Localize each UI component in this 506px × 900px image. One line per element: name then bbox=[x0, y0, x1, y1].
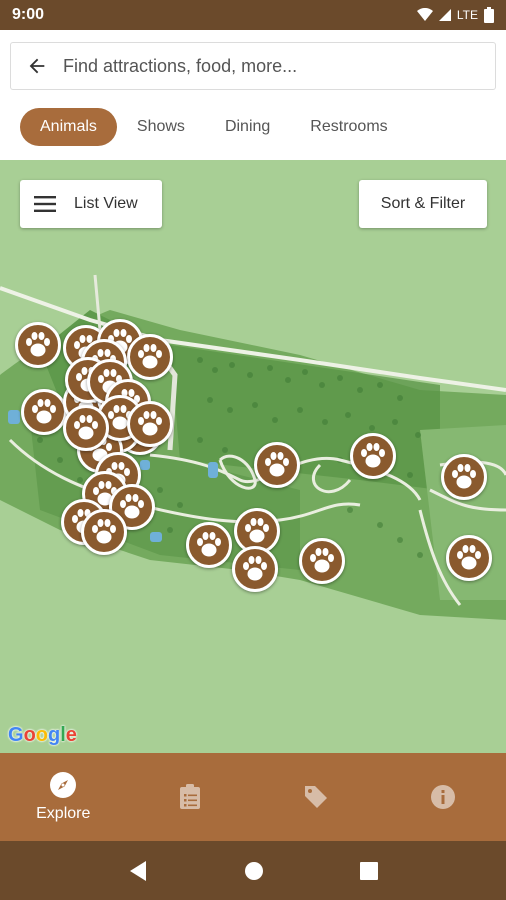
search-input[interactable] bbox=[63, 46, 495, 86]
list-view-label: List View bbox=[74, 195, 138, 212]
back-icon[interactable] bbox=[128, 860, 148, 882]
nav-offers[interactable] bbox=[253, 753, 380, 841]
chip-shows[interactable]: Shows bbox=[117, 108, 205, 146]
animal-map-pin[interactable] bbox=[441, 454, 487, 500]
category-chips: Animals Shows Dining Restrooms bbox=[20, 108, 408, 146]
paw-icon bbox=[138, 411, 162, 436]
list-view-button[interactable]: List View bbox=[20, 180, 162, 228]
animal-map-pin[interactable] bbox=[350, 433, 396, 479]
animal-map-pin[interactable] bbox=[127, 334, 173, 380]
animal-map-pin[interactable] bbox=[127, 401, 173, 447]
paw-icon bbox=[245, 518, 269, 543]
battery-icon bbox=[484, 7, 494, 23]
animal-map-pin[interactable] bbox=[186, 522, 232, 568]
menu-icon bbox=[34, 196, 56, 212]
animal-map-pin[interactable] bbox=[21, 389, 67, 435]
info-icon bbox=[430, 785, 455, 809]
paw-icon bbox=[74, 415, 98, 440]
signal-icon bbox=[438, 9, 451, 21]
chip-restrooms[interactable]: Restrooms bbox=[290, 108, 407, 146]
paw-icon bbox=[265, 452, 289, 477]
recents-icon[interactable] bbox=[360, 861, 378, 880]
nav-explore-label: Explore bbox=[36, 805, 91, 822]
paw-icon bbox=[197, 532, 221, 557]
animal-map-pin[interactable] bbox=[254, 442, 300, 488]
animal-map-pin[interactable] bbox=[63, 405, 109, 451]
wifi-icon bbox=[416, 8, 433, 21]
search-panel: Animals Shows Dining Restrooms bbox=[0, 30, 506, 160]
status-bar: 9:00 LTE bbox=[0, 0, 506, 30]
system-nav-bar bbox=[0, 841, 506, 900]
paw-icon bbox=[310, 548, 334, 573]
nav-explore[interactable]: Explore bbox=[0, 753, 127, 841]
sort-filter-label: Sort & Filter bbox=[380, 195, 466, 212]
compass-icon bbox=[50, 772, 77, 798]
paw-icon bbox=[138, 344, 162, 369]
paw-icon bbox=[243, 556, 267, 581]
map[interactable]: List View Sort & Filter Google bbox=[0, 160, 506, 753]
status-icons: LTE bbox=[416, 7, 494, 23]
back-arrow-icon[interactable] bbox=[11, 42, 63, 90]
google-logo: Google bbox=[8, 724, 77, 746]
paw-icon bbox=[452, 464, 476, 489]
chip-dining[interactable]: Dining bbox=[205, 108, 290, 146]
network-type: LTE bbox=[456, 8, 478, 22]
animal-map-pin[interactable] bbox=[446, 535, 492, 581]
clipboard-icon bbox=[179, 784, 200, 809]
bottom-nav: Explore bbox=[0, 753, 506, 841]
search-box[interactable] bbox=[10, 42, 496, 90]
animal-map-pin[interactable] bbox=[15, 322, 61, 368]
sort-filter-button[interactable]: Sort & Filter bbox=[359, 180, 487, 228]
chip-animals[interactable]: Animals bbox=[20, 108, 117, 146]
nav-info[interactable] bbox=[380, 753, 506, 841]
status-time: 9:00 bbox=[12, 6, 45, 23]
paw-icon bbox=[361, 443, 385, 468]
nav-itinerary[interactable] bbox=[127, 753, 254, 841]
paw-icon bbox=[92, 519, 116, 544]
paw-icon bbox=[457, 545, 481, 570]
home-icon[interactable] bbox=[244, 861, 264, 881]
park-map bbox=[0, 274, 506, 620]
animal-map-pin[interactable] bbox=[81, 509, 127, 555]
animal-map-pin[interactable] bbox=[299, 538, 345, 584]
paw-icon bbox=[26, 332, 50, 357]
tag-icon bbox=[305, 786, 328, 808]
animal-map-pin[interactable] bbox=[232, 546, 278, 592]
paw-icon bbox=[32, 399, 56, 424]
